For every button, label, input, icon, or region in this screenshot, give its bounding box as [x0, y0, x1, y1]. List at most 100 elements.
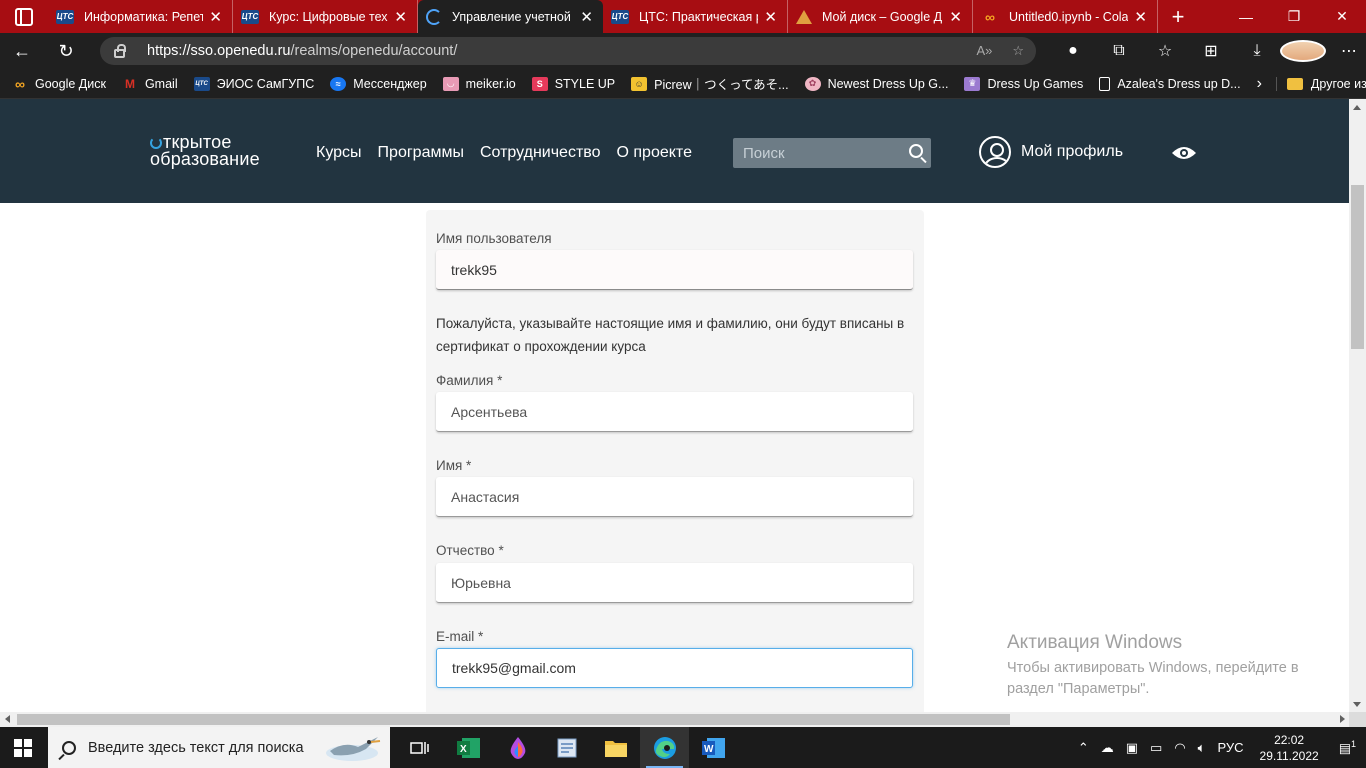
bookmark-meiker[interactable]: ◡ meiker.io: [442, 76, 516, 91]
close-tab-icon[interactable]: ✕: [580, 8, 593, 26]
bookmark-messenger[interactable]: ≈ Мессенджер: [330, 76, 427, 91]
nav-cooperation[interactable]: Сотрудничество: [480, 144, 601, 162]
profile-avatar-button[interactable]: [1280, 40, 1326, 62]
taskbar-search[interactable]: Введите здесь текст для поиска: [48, 727, 390, 768]
tab-ctc-practical[interactable]: ЦТС ЦТС: Практическая работа ✕: [603, 0, 788, 33]
other-favorites[interactable]: Другое избранное: [1275, 76, 1366, 91]
bookmark-azalea[interactable]: Azalea's Dress up D...: [1099, 76, 1241, 91]
extensions-icon[interactable]: ⧉: [1096, 40, 1142, 62]
tab-actions-icon: [15, 7, 33, 26]
lock-icon[interactable]: [114, 43, 126, 58]
my-profile-link[interactable]: Мой профиль: [979, 136, 1123, 168]
task-view-icon[interactable]: [395, 727, 444, 768]
close-window-icon[interactable]: ✕: [1318, 0, 1366, 33]
photos-app-icon[interactable]: [542, 727, 591, 768]
more-menu-icon[interactable]: ⋯: [1326, 40, 1366, 62]
search-icon[interactable]: [909, 144, 923, 158]
lastname-label: Фамилия *: [436, 373, 503, 388]
favorites-icon[interactable]: ☆: [1142, 40, 1188, 62]
logo-line2: образование: [150, 149, 260, 169]
horizontal-scrollbar[interactable]: [0, 712, 1349, 727]
paint-app-icon[interactable]: [493, 727, 542, 768]
volume-icon[interactable]: 🔈︎: [1198, 740, 1206, 756]
nav-about[interactable]: О проекте: [617, 144, 692, 162]
wifi-icon[interactable]: ◠: [1174, 740, 1185, 756]
bookmark-label: Google Диск: [35, 76, 106, 91]
notifications-icon[interactable]: ▤1: [1339, 739, 1356, 756]
bookmark-dressup-games[interactable]: ♛ Dress Up Games: [964, 76, 1084, 91]
network-error-icon[interactable]: ☁: [1101, 740, 1114, 756]
address-bar[interactable]: https://sso.openedu.ru/realms/openedu/ac…: [100, 37, 1036, 65]
vertical-scrollbar[interactable]: [1349, 99, 1366, 712]
scroll-right-icon[interactable]: [1340, 715, 1345, 723]
clock[interactable]: 22:02 29.11.2022: [1260, 732, 1319, 764]
search-icon: [62, 740, 76, 755]
firstname-label: Имя *: [436, 458, 472, 473]
close-tab-icon[interactable]: ✕: [949, 8, 962, 26]
start-button[interactable]: [14, 739, 32, 757]
lastname-value: Арсентьева: [451, 403, 528, 420]
bookmark-eios[interactable]: ЦТС ЭИОС СамГУПС: [193, 76, 315, 91]
tab-kurs[interactable]: ЦТС Курс: Цифровые технологии ✕: [233, 0, 418, 33]
search-input[interactable]: [743, 144, 903, 162]
close-tab-icon[interactable]: ✕: [209, 8, 222, 26]
bookmark-label: Dress Up Games: [987, 76, 1084, 91]
bookmark-gmail[interactable]: M Gmail: [122, 77, 178, 91]
bookmark-picrew[interactable]: ☺ Picrew｜つくってあそ...: [631, 74, 789, 93]
tab-google-drive[interactable]: Мой диск – Google Диск ✕: [788, 0, 973, 33]
bookmark-google-drive[interactable]: ∞ Google Диск: [12, 76, 106, 92]
bird-illustration-icon: [326, 737, 381, 761]
refresh-icon[interactable]: ↻: [44, 41, 88, 62]
battery-icon[interactable]: ▭: [1150, 740, 1162, 756]
language-indicator[interactable]: РУС: [1217, 740, 1243, 755]
patronymic-field[interactable]: Юрьевна: [436, 563, 913, 603]
nav-courses[interactable]: Курсы: [316, 144, 362, 162]
restore-icon[interactable]: ❐: [1270, 0, 1318, 33]
taskbar-search-placeholder: Введите здесь текст для поиска: [88, 739, 304, 756]
scroll-left-icon[interactable]: [5, 715, 10, 723]
scroll-down-icon[interactable]: [1353, 702, 1361, 707]
close-tab-icon[interactable]: ✕: [1134, 8, 1147, 26]
site-logo[interactable]: ткрытое образование: [150, 133, 260, 169]
minimize-icon[interactable]: —: [1222, 0, 1270, 33]
tab-actions-button[interactable]: [0, 0, 48, 33]
back-icon[interactable]: ←: [0, 41, 44, 62]
bookmark-label: ЭИОС СамГУПС: [216, 76, 315, 91]
firstname-field[interactable]: Анастасия: [436, 477, 913, 517]
bookmark-styleup[interactable]: S STYLE UP: [531, 76, 615, 91]
chevron-right-icon[interactable]: ›: [1257, 75, 1262, 93]
add-favorite-icon[interactable]: ☆: [1012, 43, 1024, 59]
scroll-up-icon[interactable]: [1353, 105, 1361, 110]
nav-programs[interactable]: Программы: [378, 144, 464, 162]
accessibility-eye-icon[interactable]: [1171, 145, 1197, 161]
file-explorer-icon[interactable]: [591, 727, 640, 768]
chevron-up-icon[interactable]: ⌃: [1078, 740, 1089, 756]
tab-account-management[interactable]: Управление учетной записью ✕: [418, 0, 603, 33]
tab-title: Информатика: Репетиция: [84, 9, 204, 24]
downloads-icon[interactable]: ⤓: [1234, 40, 1280, 62]
username-label: Имя пользователя: [436, 231, 552, 246]
horizontal-scroll-thumb[interactable]: [17, 714, 1010, 725]
bookmark-label: Gmail: [144, 76, 178, 91]
username-field[interactable]: trekk95: [436, 250, 913, 290]
bookmark-label: Newest Dress Up G...: [827, 76, 949, 91]
meet-now-icon[interactable]: ▣: [1126, 740, 1138, 756]
close-tab-icon[interactable]: ✕: [764, 8, 777, 26]
new-tab-button[interactable]: +: [1158, 0, 1198, 33]
scrollbar-corner: [1349, 712, 1366, 727]
extension-orb-icon[interactable]: ●: [1050, 40, 1096, 62]
collections-icon[interactable]: ⊞: [1188, 40, 1234, 62]
read-aloud-icon[interactable]: A»: [976, 43, 992, 59]
word-icon[interactable]: W: [689, 727, 738, 768]
tab-colab[interactable]: ∞ Untitled0.ipynb - Colab ✕: [973, 0, 1158, 33]
edge-browser-icon[interactable]: [640, 727, 689, 768]
bookmark-newest-dressup[interactable]: ✿ Newest Dress Up G...: [804, 76, 949, 91]
bookmark-label: Мессенджер: [353, 76, 427, 91]
lastname-field[interactable]: Арсентьева: [436, 392, 913, 432]
vertical-scroll-thumb[interactable]: [1351, 185, 1364, 349]
tab-informatika[interactable]: ЦТС Информатика: Репетиция ✕: [48, 0, 233, 33]
close-tab-icon[interactable]: ✕: [394, 8, 407, 26]
email-field[interactable]: trekk95@gmail.com: [436, 648, 913, 688]
excel-icon[interactable]: X: [444, 727, 493, 768]
browser-tab-bar: ЦТС Информатика: Репетиция ✕ ЦТС Курс: Ц…: [0, 0, 1366, 33]
